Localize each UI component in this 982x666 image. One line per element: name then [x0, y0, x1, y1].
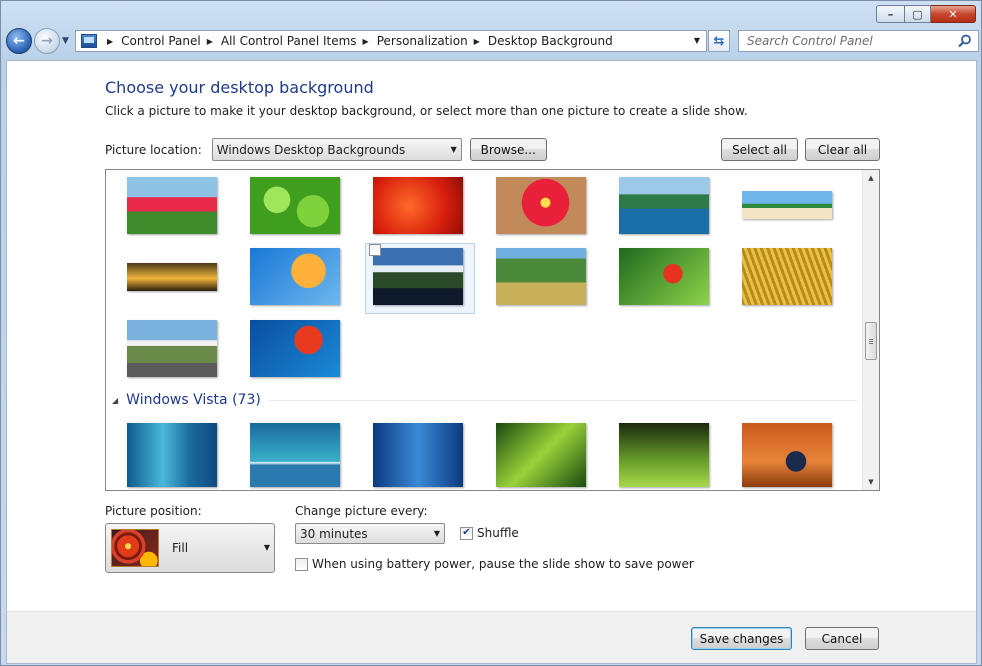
wallpaper-thumbnail[interactable]: [742, 191, 832, 219]
breadcrumb-label: Personalization: [376, 34, 468, 48]
wallpaper-thumbnail[interactable]: [127, 423, 217, 487]
battery-label: When using battery power, pause the slid…: [312, 557, 694, 571]
cancel-button[interactable]: Cancel: [805, 627, 879, 650]
wallpaper-thumbnail[interactable]: [127, 177, 217, 234]
wallpaper-thumbnail[interactable]: [742, 248, 832, 305]
minimize-button[interactable]: –: [876, 5, 905, 23]
breadcrumb-personalization[interactable]: Personalization ▶: [377, 34, 488, 48]
browse-button[interactable]: Browse...: [469, 138, 547, 161]
scrollbar-thumb[interactable]: [865, 322, 877, 360]
shuffle-checkbox[interactable]: ✔: [460, 526, 473, 540]
position-preview-image: [111, 529, 159, 567]
chevron-right-icon: ▶: [473, 36, 480, 46]
thumbnail-checkbox[interactable]: [369, 244, 381, 256]
chevron-right-icon: ▶: [107, 36, 114, 46]
picture-position-select[interactable]: Fill ▼: [105, 523, 275, 573]
breadcrumb-all-items[interactable]: All Control Panel Items ▶: [221, 34, 377, 48]
picture-position-label: Picture position:: [105, 504, 202, 518]
page-subtitle: Click a picture to make it your desktop …: [105, 104, 748, 118]
forward-arrow-icon: →: [41, 33, 53, 49]
refresh-icon: ⇆: [713, 33, 725, 49]
wallpaper-thumbnail[interactable]: [619, 423, 709, 487]
select-all-button[interactable]: Select all: [721, 138, 798, 161]
minimize-icon: –: [887, 7, 894, 21]
chevron-down-icon: ▼: [450, 145, 457, 154]
change-interval-select[interactable]: 30 minutes ▼: [295, 523, 445, 544]
wallpaper-thumbnail[interactable]: [496, 177, 586, 234]
shuffle-option[interactable]: ✔ Shuffle: [460, 526, 519, 540]
shuffle-label: Shuffle: [477, 526, 519, 540]
dialog-footer: Save changes Cancel: [7, 611, 976, 663]
wallpaper-thumbnail[interactable]: [373, 423, 463, 487]
scroll-down-icon[interactable]: ▼: [863, 474, 879, 490]
group-title: Windows Vista (73): [126, 392, 261, 408]
group-divider: [268, 399, 857, 401]
picture-location-row: Picture location: Windows Desktop Backgr…: [105, 138, 547, 161]
wallpaper-gallery: ◢ Windows Vista (73) ▲ ▼: [105, 169, 880, 491]
wallpaper-thumbnail[interactable]: [619, 248, 709, 305]
change-picture-label: Change picture every:: [295, 504, 428, 518]
wallpaper-thumbnail[interactable]: [742, 423, 832, 487]
wallpaper-thumbnail[interactable]: [373, 177, 463, 234]
breadcrumb-label: Control Panel: [121, 34, 201, 48]
chevron-right-icon: ▶: [206, 36, 213, 46]
page-title: Choose your desktop background: [105, 78, 374, 97]
change-interval-value: 30 minutes: [300, 526, 368, 541]
window-frame: – ▢ ✕ ← → ▼ ▶ Control Panel ▶ All Control…: [0, 0, 982, 666]
clear-all-button[interactable]: Clear all: [805, 138, 880, 161]
save-changes-button[interactable]: Save changes: [691, 627, 792, 650]
wallpaper-thumbnail[interactable]: [250, 423, 340, 487]
control-panel-icon: [81, 34, 97, 48]
chevron-right-icon: ▶: [362, 36, 369, 46]
search-box[interactable]: [738, 30, 979, 52]
grip-line: [869, 341, 873, 342]
address-dropdown-icon[interactable]: ▼: [694, 36, 700, 45]
recent-pages-dropdown-icon[interactable]: ▼: [62, 36, 69, 46]
wallpaper-thumbnail[interactable]: [619, 177, 709, 234]
address-bar[interactable]: ▶ Control Panel ▶ All Control Panel Items…: [75, 30, 707, 52]
wallpaper-thumbnail[interactable]: [127, 320, 217, 377]
wallpaper-thumbnail[interactable]: [496, 423, 586, 487]
grip-line: [869, 339, 873, 340]
picture-location-value: Windows Desktop Backgrounds: [216, 142, 406, 157]
breadcrumb-desktop-background[interactable]: Desktop Background: [488, 34, 613, 48]
maximize-button[interactable]: ▢: [905, 5, 931, 23]
breadcrumb-control-panel[interactable]: Control Panel ▶: [121, 34, 221, 48]
wallpaper-thumbnail[interactable]: [127, 263, 217, 291]
search-icon[interactable]: [958, 34, 972, 48]
breadcrumb-label: All Control Panel Items: [220, 34, 357, 48]
maximize-icon: ▢: [912, 7, 923, 21]
wallpaper-thumbnail[interactable]: [250, 177, 340, 234]
group-header[interactable]: ◢ Windows Vista (73): [112, 392, 857, 408]
picture-location-select[interactable]: Windows Desktop Backgrounds ▼: [211, 138, 462, 161]
grip-line: [869, 343, 873, 344]
wallpaper-thumbnail[interactable]: [496, 248, 586, 305]
chevron-down-icon: ▼: [433, 529, 440, 538]
close-button[interactable]: ✕: [931, 5, 976, 23]
forward-button[interactable]: →: [34, 28, 60, 54]
search-input[interactable]: [747, 34, 947, 48]
chevron-down-icon: ▼: [263, 543, 270, 552]
battery-checkbox[interactable]: [295, 557, 308, 571]
content-pane: Choose your desktop background Click a p…: [6, 60, 977, 664]
picture-position-value: Fill: [172, 541, 189, 555]
picture-location-label: Picture location:: [105, 142, 202, 157]
back-button[interactable]: ←: [6, 28, 32, 54]
wallpaper-thumbnail[interactable]: [250, 248, 340, 305]
caption-buttons: – ▢ ✕: [876, 5, 976, 23]
wallpaper-thumbnail[interactable]: [373, 248, 463, 305]
refresh-button[interactable]: ⇆: [708, 30, 730, 52]
wallpaper-thumbnail[interactable]: [250, 320, 340, 377]
breadcrumb-label: Desktop Background: [487, 34, 613, 48]
navigation-bar: ← → ▼ ▶ Control Panel ▶ All Control Panel…: [5, 28, 979, 56]
back-arrow-icon: ←: [13, 33, 25, 49]
battery-option[interactable]: When using battery power, pause the slid…: [295, 557, 694, 571]
close-icon: ✕: [948, 7, 958, 21]
breadcrumb-root-chevron[interactable]: ▶: [101, 37, 121, 46]
collapse-triangle-icon[interactable]: ◢: [112, 396, 118, 405]
gallery-scrollbar[interactable]: ▲ ▼: [862, 170, 879, 490]
scroll-up-icon[interactable]: ▲: [863, 170, 879, 186]
